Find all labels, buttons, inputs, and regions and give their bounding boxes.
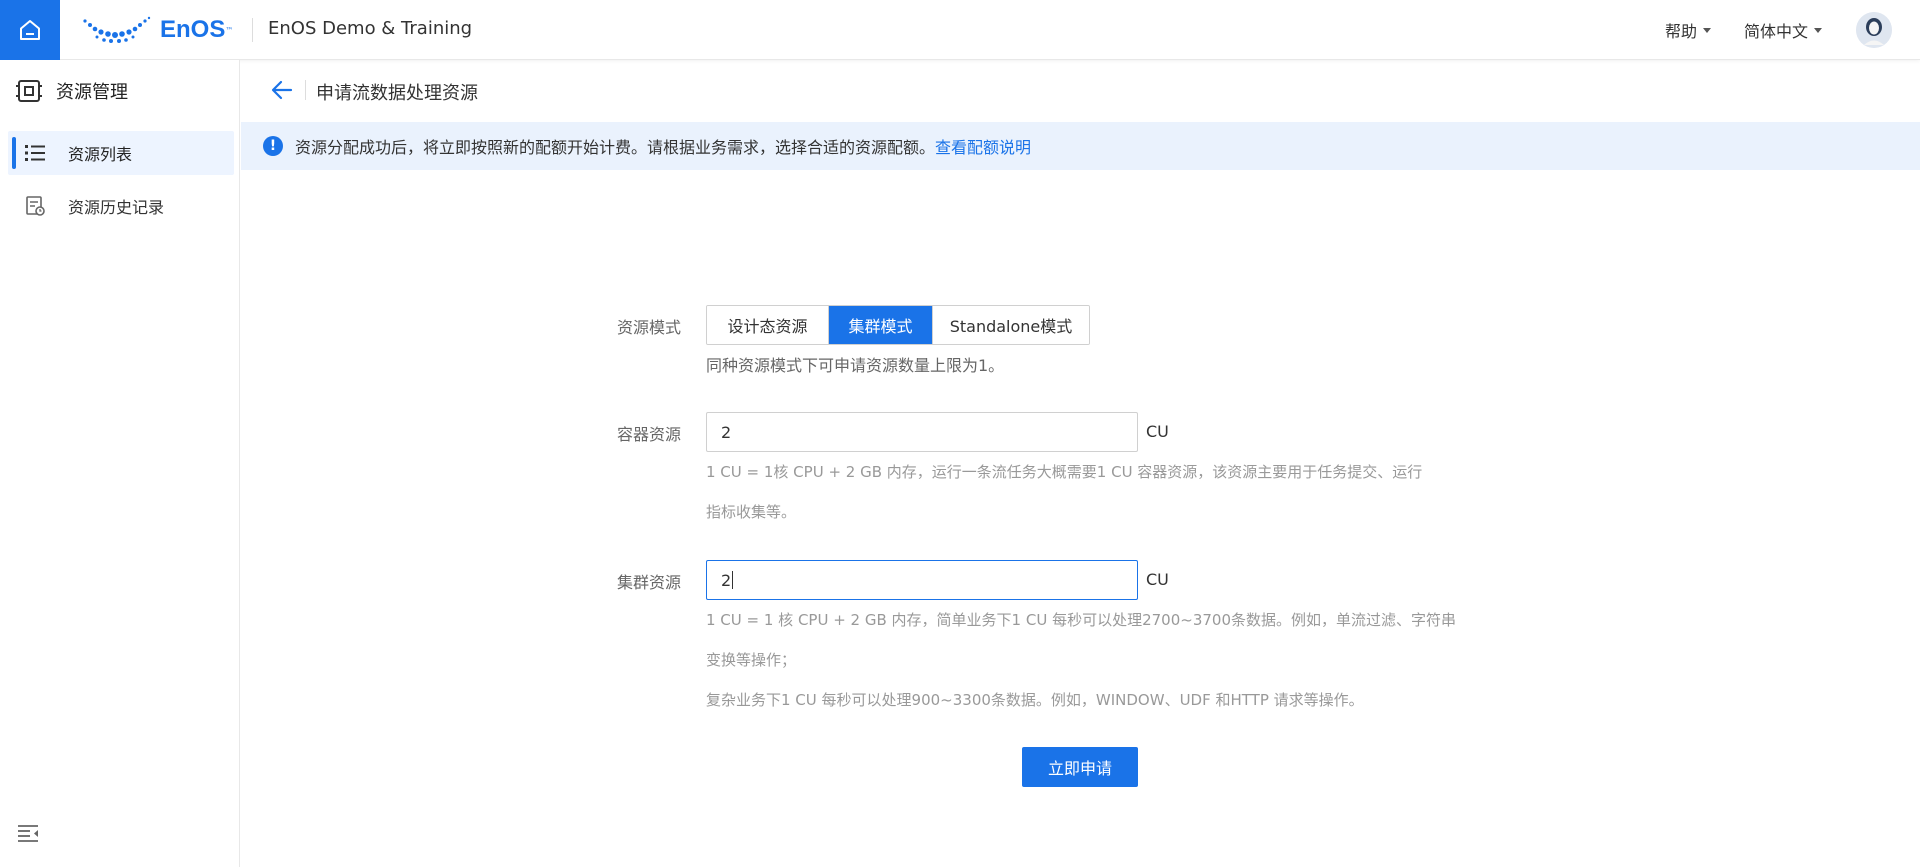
container-resource-value: 2 — [721, 422, 732, 442]
mode-design-button[interactable]: 设计态资源 — [707, 306, 829, 344]
arrow-left-icon — [271, 80, 293, 100]
sidebar-title-label: 资源管理 — [56, 82, 128, 103]
page-header: 申请流数据处理资源 — [241, 60, 1920, 120]
resource-mode-label: 资源模式 — [616, 318, 681, 337]
main-content: 申请流数据处理资源 ! 资源分配成功后，将立即按照新的配额开始计费。请根据业务需… — [241, 60, 1920, 867]
billing-alert: ! 资源分配成功后，将立即按照新的配额开始计费。请根据业务需求，选择合适的资源配… — [241, 122, 1920, 170]
info-icon: ! — [263, 136, 283, 156]
logo-text: EnOS — [160, 16, 226, 43]
alert-text: 资源分配成功后，将立即按照新的配额开始计费。请根据业务需求，选择合适的资源配额。 — [295, 138, 936, 157]
resource-mode-selector: 设计态资源 集群模式 Standalone模式 — [706, 305, 1090, 345]
avatar[interactable] — [1856, 12, 1892, 48]
cluster-resource-label: 集群资源 — [616, 573, 681, 592]
resource-mode-help: 同种资源模式下可申请资源数量上限为1。 — [706, 356, 1005, 375]
container-resource-label: 容器资源 — [616, 425, 681, 444]
chevron-down-icon — [1814, 27, 1823, 33]
mode-standalone-button[interactable]: Standalone模式 — [933, 306, 1089, 344]
enos-logo-dots-icon — [83, 16, 151, 43]
home-icon — [20, 20, 40, 40]
cluster-resource-input[interactable]: 2 — [706, 560, 1138, 600]
top-header: EnOS ™ EnOS Demo & Training 帮助 简体中文 — [0, 0, 1920, 60]
quota-help-link[interactable]: 查看配额说明 — [935, 134, 1031, 158]
history-doc-icon — [24, 195, 46, 217]
mode-cluster-button[interactable]: 集群模式 — [829, 306, 933, 344]
help-menu[interactable]: 帮助 — [1665, 18, 1712, 42]
page-title: 申请流数据处理资源 — [316, 83, 478, 104]
container-resource-help-line1: 1 CU = 1核 CPU + 2 GB 内存，运行一条流任务大概需要1 CU … — [706, 463, 1423, 481]
sidebar-item-resource-history[interactable]: 资源历史记录 — [8, 184, 234, 228]
language-menu[interactable]: 简体中文 — [1744, 18, 1823, 42]
sidebar-title: 资源管理 — [16, 78, 128, 104]
chevron-down-icon — [1703, 27, 1712, 33]
cluster-resource-help-line1: 1 CU = 1 核 CPU + 2 GB 内存，简单业务下1 CU 每秒可以处… — [706, 611, 1456, 629]
cluster-resource-help-line3: 复杂业务下1 CU 每秒可以处理900~3300条数据。例如，WINDOW、UD… — [706, 691, 1364, 709]
sidebar-item-label: 资源列表 — [68, 145, 133, 164]
cluster-resource-help-line2: 变换等操作； — [706, 651, 797, 669]
container-resource-unit: CU — [1146, 422, 1169, 441]
container-resource-help-line2: 指标收集等。 — [706, 503, 797, 521]
text-cursor — [732, 571, 734, 589]
container-resource-input[interactable]: 2 — [706, 412, 1138, 452]
cluster-resource-unit: CU — [1146, 570, 1169, 589]
sidebar: 资源管理 资源列表 资源历史记录 — [0, 60, 240, 867]
sidebar-collapse-button[interactable] — [18, 824, 40, 846]
user-avatar-icon — [1856, 12, 1892, 48]
header-divider — [252, 18, 253, 42]
back-button[interactable] — [271, 79, 293, 101]
logo-trademark: ™ — [225, 25, 234, 35]
sidebar-item-resource-list[interactable]: 资源列表 — [8, 131, 234, 175]
app-title: EnOS Demo & Training — [268, 18, 473, 39]
enos-logo[interactable]: EnOS ™ — [82, 14, 233, 46]
resource-management-icon — [16, 80, 42, 102]
submit-button[interactable]: 立即申请 — [1022, 747, 1138, 787]
home-button[interactable] — [0, 0, 60, 60]
sidebar-item-label: 资源历史记录 — [68, 198, 165, 217]
list-icon — [24, 142, 46, 164]
help-menu-label: 帮助 — [1665, 22, 1698, 41]
header-divider — [305, 80, 306, 100]
cluster-resource-value: 2 — [721, 570, 732, 590]
language-menu-label: 简体中文 — [1744, 22, 1809, 41]
collapse-menu-icon — [18, 825, 38, 842]
